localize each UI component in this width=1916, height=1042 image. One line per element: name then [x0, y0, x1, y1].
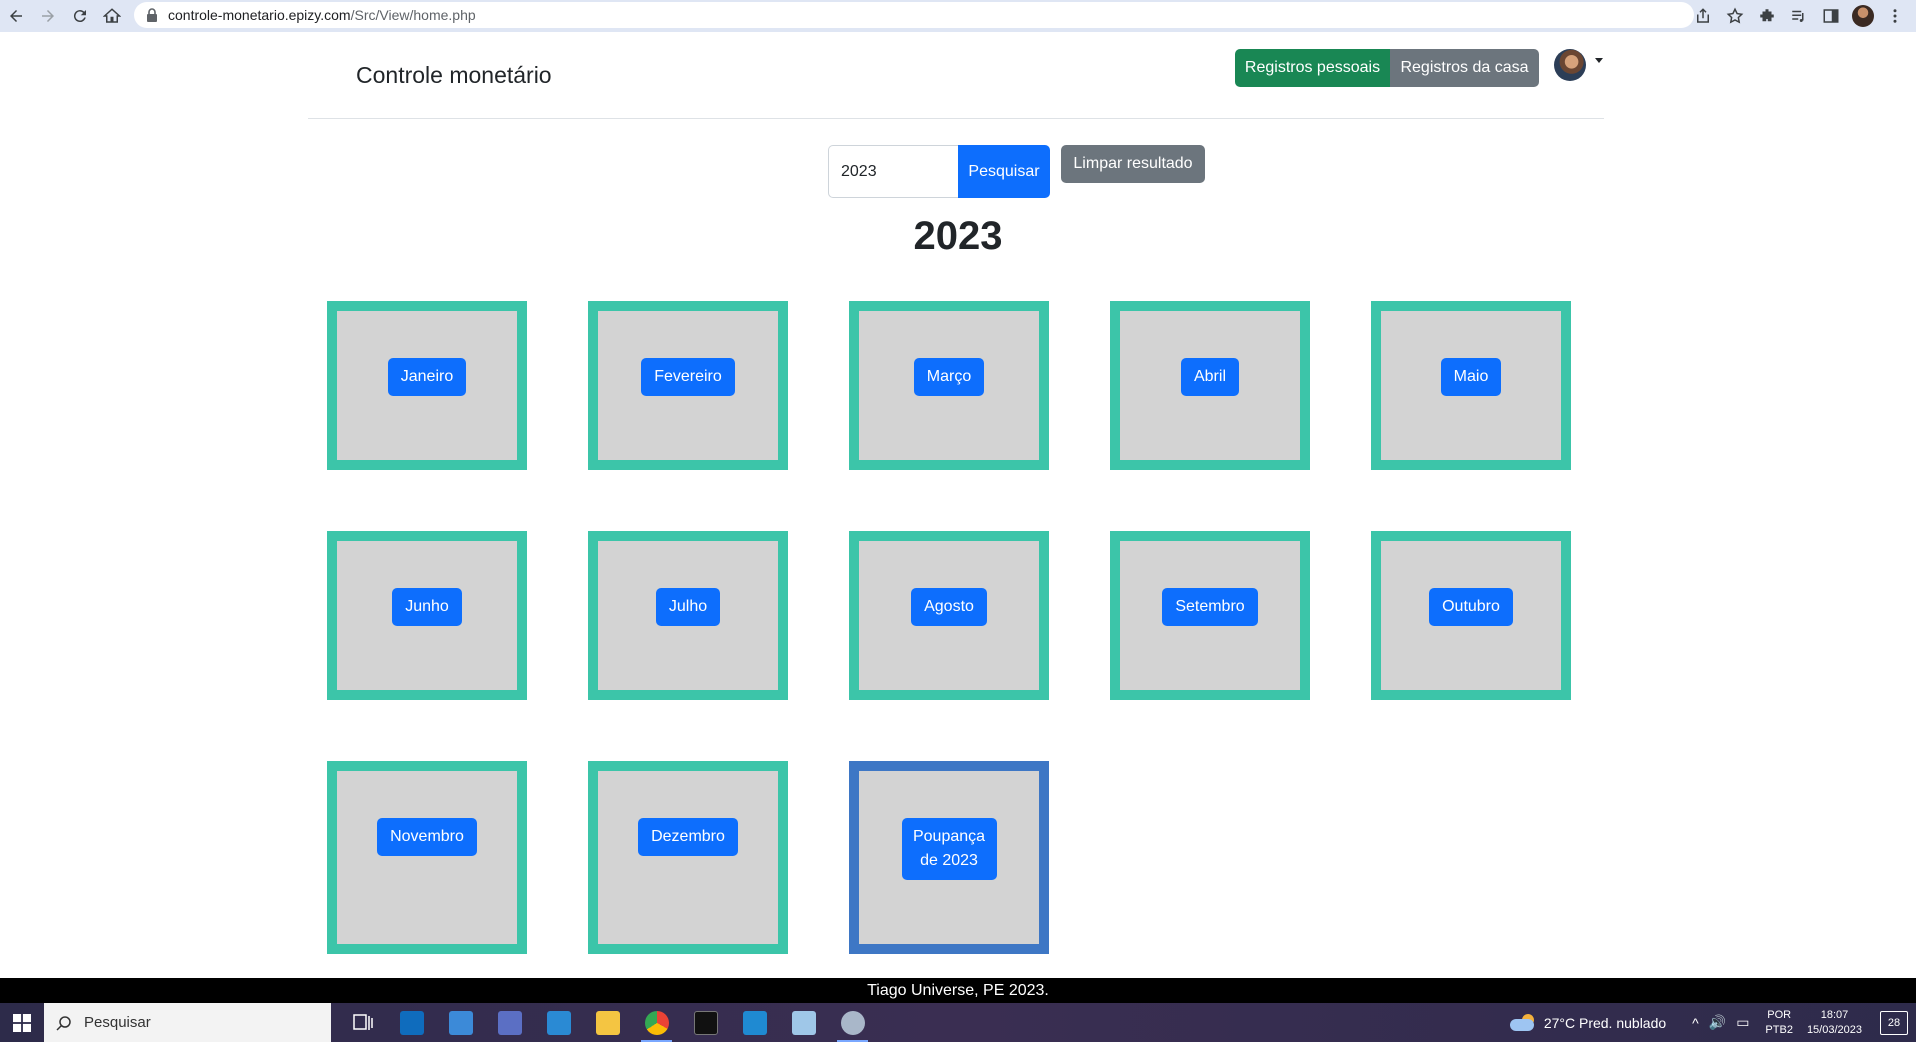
savings-button[interactable]: Poupança de 2023	[901, 818, 997, 880]
savings-card: Poupança de 2023	[849, 761, 1049, 954]
cloud-sun-icon	[1509, 1013, 1536, 1032]
weather-text: 27°C Pred. nublado	[1543, 1014, 1667, 1031]
taskbar-search-placeholder: Pesquisar	[84, 1014, 151, 1031]
page-footer: Tiago Universe, PE 2023.	[0, 978, 1916, 1003]
app-icon-active[interactable]	[831, 1003, 874, 1042]
user-avatar[interactable]	[1554, 49, 1586, 81]
search-form: Pesquisar	[828, 145, 1050, 198]
month-button-marco[interactable]: Março	[913, 358, 985, 396]
task-view-icon[interactable]	[341, 1003, 384, 1042]
month-card-julho: Julho	[588, 531, 788, 700]
taskbar-search[interactable]: Pesquisar	[44, 1003, 331, 1042]
volume-icon[interactable]: 🔊	[1709, 1014, 1726, 1031]
forward-icon[interactable]	[32, 2, 64, 30]
media-icon[interactable]	[1786, 3, 1812, 29]
month-card-setembro: Setembro	[1110, 531, 1310, 700]
month-card-outubro: Outubro	[1371, 531, 1571, 700]
back-icon[interactable]	[0, 2, 32, 30]
navbar: Controle monetário Registros pessoais Re…	[308, 32, 1604, 119]
month-card-novembro: Novembro	[327, 761, 527, 954]
month-button-junho[interactable]: Junho	[392, 588, 462, 626]
terminal-icon[interactable]	[684, 1003, 727, 1042]
lock-icon	[147, 8, 157, 22]
url-path: /Src/View/home.php	[350, 7, 476, 23]
month-button-abril[interactable]: Abril	[1180, 358, 1239, 396]
month-card-agosto: Agosto	[849, 531, 1049, 700]
month-card-maio: Maio	[1371, 301, 1571, 470]
url-host: controle-monetario.epizy.com	[168, 7, 351, 23]
month-card-dezembro: Dezembro	[588, 761, 788, 954]
month-card-fevereiro: Fevereiro	[588, 301, 788, 470]
house-records-button[interactable]: Registros da casa	[1390, 49, 1539, 87]
network-icon[interactable]: ▭	[1736, 1014, 1749, 1031]
menu-kebab-icon[interactable]	[1882, 3, 1908, 29]
chevron-down-icon[interactable]	[1595, 58, 1603, 63]
file-explorer-icon[interactable]	[586, 1003, 629, 1042]
home-icon[interactable]	[96, 2, 128, 30]
taskbar: Pesquisar 27°C Pred. nublado ^ 🔊 ▭ POR P…	[0, 1003, 1916, 1042]
month-button-novembro[interactable]: Novembro	[377, 818, 477, 856]
side-panel-icon[interactable]	[1818, 3, 1844, 29]
brand-title[interactable]: Controle monetário	[356, 62, 552, 89]
weather-widget[interactable]: 27°C Pred. nublado	[1509, 1013, 1667, 1032]
chrome-icon[interactable]	[635, 1003, 678, 1042]
personal-records-button[interactable]: Registros pessoais	[1235, 49, 1390, 87]
month-card-marco: Março	[849, 301, 1049, 470]
year-heading: 2023	[913, 214, 1003, 258]
notification-center-icon[interactable]: 28	[1880, 1010, 1908, 1035]
language-indicator[interactable]: POR PTB2	[1765, 1008, 1793, 1038]
year-search-input[interactable]	[828, 145, 958, 198]
month-button-janeiro[interactable]: Janeiro	[387, 358, 467, 396]
address-bar[interactable]: controle-monetario.epizy.com/Src/View/ho…	[134, 2, 1694, 28]
page-content: Controle monetário Registros pessoais Re…	[0, 32, 1916, 978]
month-button-outubro[interactable]: Outubro	[1429, 588, 1513, 626]
bookmark-star-icon[interactable]	[1722, 3, 1748, 29]
language-code: POR	[1767, 1008, 1792, 1021]
search-button[interactable]: Pesquisar	[958, 145, 1050, 198]
month-card-junho: Junho	[327, 531, 527, 700]
app-icon-tools[interactable]	[488, 1003, 531, 1042]
month-card-janeiro: Janeiro	[327, 301, 527, 470]
clear-results-button[interactable]: Limpar resultado	[1061, 145, 1205, 183]
windows-start-icon[interactable]	[0, 1003, 44, 1042]
month-button-maio[interactable]: Maio	[1440, 358, 1502, 396]
outlook-icon[interactable]	[390, 1003, 433, 1042]
month-card-abril: Abril	[1110, 301, 1310, 470]
month-button-agosto[interactable]: Agosto	[911, 588, 987, 626]
chevron-up-icon[interactable]: ^	[1692, 1015, 1699, 1031]
month-button-dezembro[interactable]: Dezembro	[638, 818, 738, 856]
notification-count: 28	[1887, 1016, 1901, 1029]
browser-toolbar: controle-monetario.epizy.com/Src/View/ho…	[0, 0, 1916, 32]
search-icon	[56, 1015, 71, 1031]
vscode-icon[interactable]	[733, 1003, 776, 1042]
month-button-setembro[interactable]: Setembro	[1162, 588, 1258, 626]
clock-date: 15/03/2023	[1806, 1023, 1862, 1036]
share-icon[interactable]	[1690, 3, 1716, 29]
notepad-icon[interactable]	[782, 1003, 825, 1042]
taskbar-clock[interactable]: 18:07 15/03/2023	[1807, 1008, 1862, 1038]
month-button-julho[interactable]: Julho	[655, 588, 721, 626]
month-button-fevereiro[interactable]: Fevereiro	[641, 358, 735, 396]
app-icon-blue[interactable]	[439, 1003, 482, 1042]
clock-time: 18:07	[1820, 1008, 1849, 1021]
keyboard-layout: PTB2	[1765, 1023, 1793, 1036]
store-icon[interactable]	[537, 1003, 580, 1042]
extensions-icon[interactable]	[1754, 3, 1780, 29]
profile-avatar[interactable]	[1850, 3, 1876, 29]
reload-icon[interactable]	[64, 2, 96, 30]
